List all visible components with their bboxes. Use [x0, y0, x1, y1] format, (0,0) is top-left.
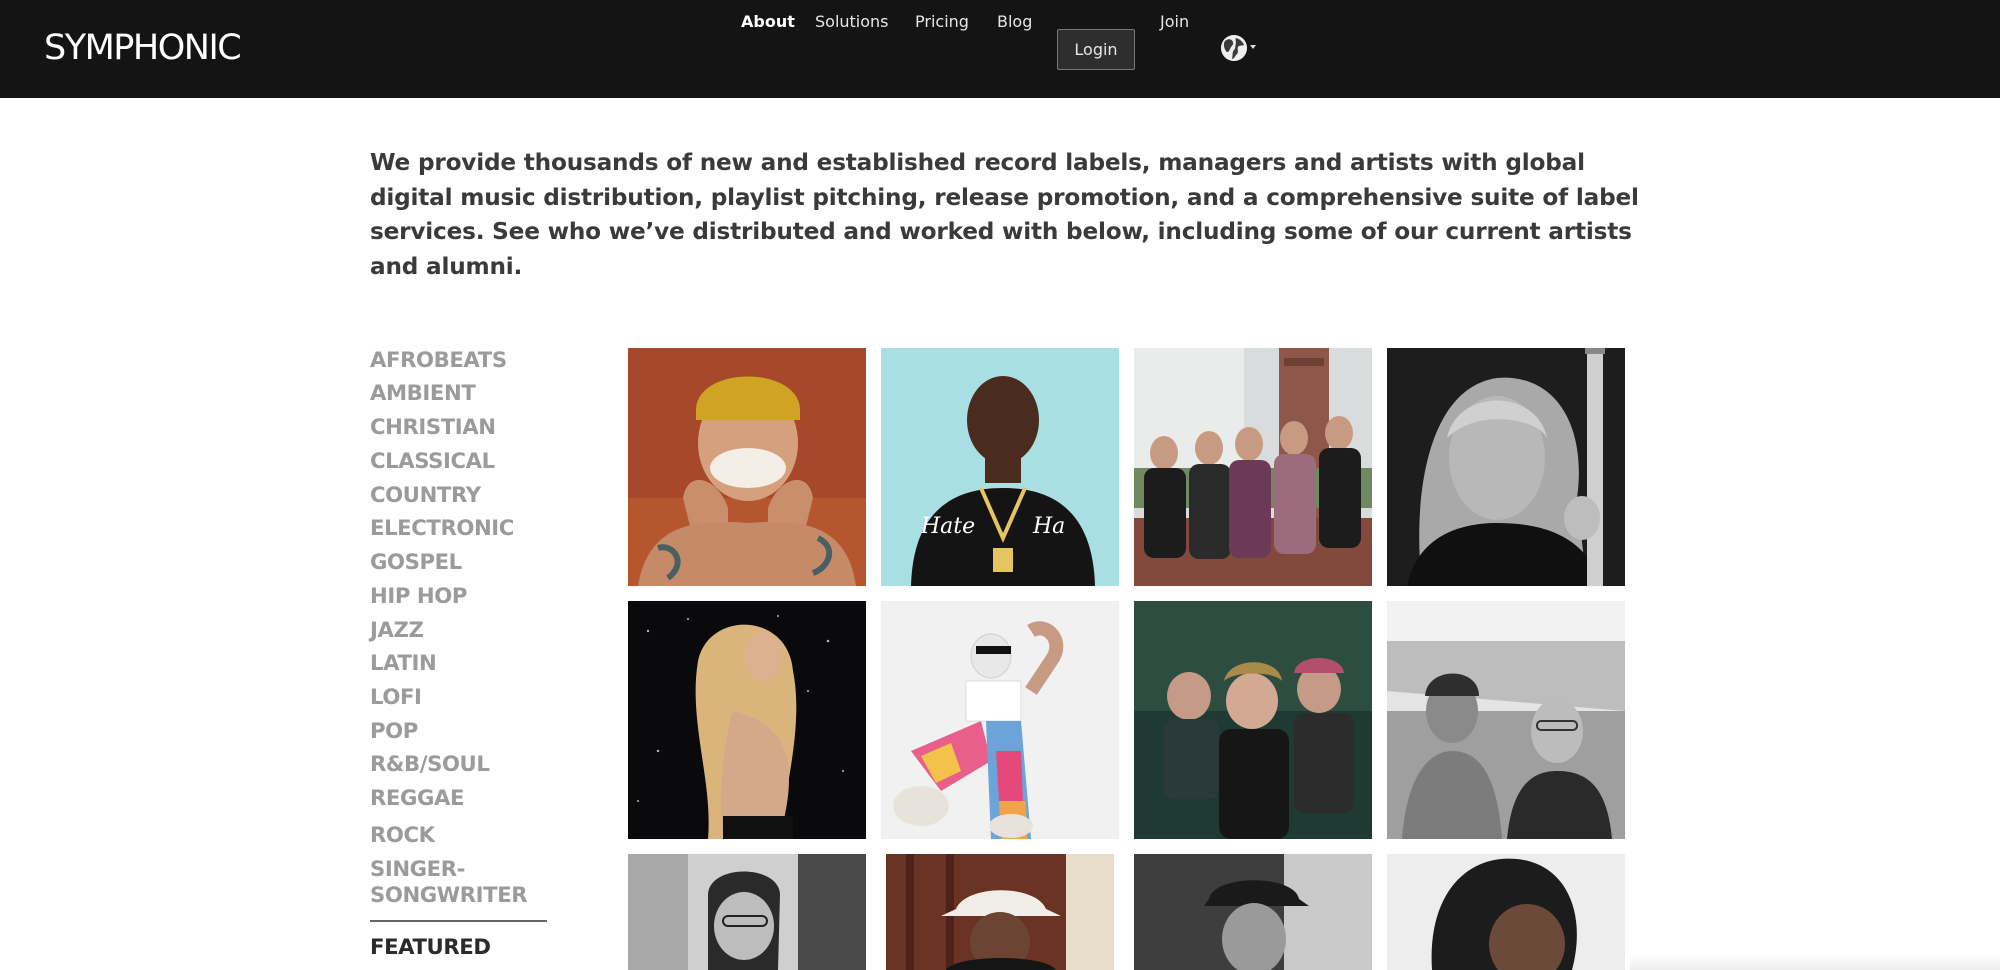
genre-reggae[interactable]: REGGAE: [370, 785, 464, 811]
genre-songwriter[interactable]: SONGWRITER: [370, 882, 528, 908]
artist-photo[interactable]: [1387, 854, 1625, 970]
genre-electronic[interactable]: ELECTRONIC: [370, 515, 514, 541]
artist-photo[interactable]: [1134, 348, 1372, 586]
genre-rock[interactable]: ROCK: [370, 822, 435, 848]
nav-about[interactable]: About: [741, 0, 795, 44]
chevron-down-icon[interactable]: [1250, 45, 1256, 49]
bottom-edge-shade: [1630, 955, 2000, 970]
artist-photo[interactable]: [1387, 348, 1625, 586]
genre-ambient[interactable]: AMBIENT: [370, 380, 476, 406]
artist-photo[interactable]: [628, 601, 866, 839]
artist-photo[interactable]: [628, 348, 866, 586]
artist-photo[interactable]: [1134, 601, 1372, 839]
svg-text:Hate: Hate: [920, 514, 975, 539]
genre-pop[interactable]: POP: [370, 718, 418, 744]
symphonic-logo[interactable]: SYMPHONIC: [44, 26, 242, 70]
genre-rnb-soul[interactable]: R&B/SOUL: [370, 751, 490, 777]
svg-text:Ha: Ha: [1032, 514, 1065, 539]
genre-singer[interactable]: SINGER-: [370, 856, 465, 882]
nav-blog[interactable]: Blog: [997, 0, 1032, 44]
globe-icon[interactable]: [1221, 35, 1247, 61]
login-button[interactable]: Login: [1057, 29, 1135, 70]
genre-lofi[interactable]: LOFI: [370, 684, 422, 710]
genre-latin[interactable]: LATIN: [370, 650, 437, 676]
genre-afrobeats[interactable]: AFROBEATS: [370, 347, 507, 373]
genre-gospel[interactable]: GOSPEL: [370, 549, 462, 575]
genre-hip-hop[interactable]: HIP HOP: [370, 583, 467, 609]
genre-classical[interactable]: CLASSICAL: [370, 448, 495, 474]
top-navbar: SYMPHONIC About Solutions Pricing Blog L…: [0, 0, 2000, 98]
nav-pricing[interactable]: Pricing: [915, 0, 969, 44]
artist-photo[interactable]: [1387, 601, 1625, 839]
genre-featured[interactable]: FEATURED: [370, 934, 491, 960]
genre-country[interactable]: COUNTRY: [370, 482, 481, 508]
genre-christian[interactable]: CHRISTIAN: [370, 414, 496, 440]
artist-photo[interactable]: [886, 854, 1114, 970]
artist-photo[interactable]: [881, 601, 1119, 839]
genre-divider: [370, 920, 547, 922]
intro-paragraph: We provide thousands of new and establis…: [370, 149, 1639, 280]
artist-photo[interactable]: Hate Ha: [881, 348, 1119, 586]
nav-join[interactable]: Join: [1160, 0, 1189, 44]
nav-solutions[interactable]: Solutions: [815, 0, 889, 44]
artist-photo[interactable]: [628, 854, 866, 970]
genre-jazz[interactable]: JAZZ: [370, 617, 424, 643]
artist-photo[interactable]: [1134, 854, 1372, 970]
